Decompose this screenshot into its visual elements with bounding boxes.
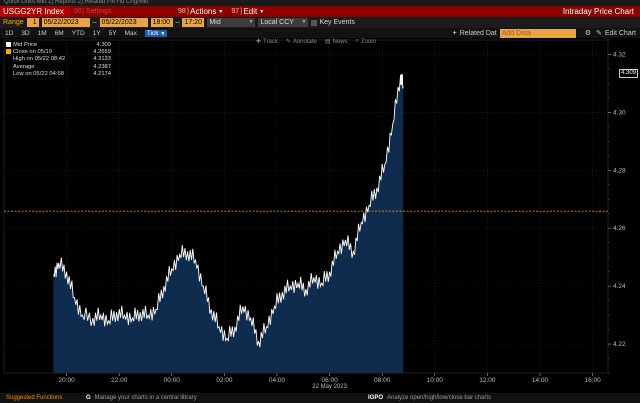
x-tick-label: 12:00 bbox=[479, 377, 496, 384]
x-tick-label: 20:00 bbox=[58, 377, 75, 384]
x-tick-label: 04:00 bbox=[269, 377, 286, 384]
market-select[interactable]: Mid ▼ bbox=[207, 18, 256, 27]
end-date-field[interactable]: 05/22/2023 bbox=[99, 18, 148, 27]
edit-chart-button[interactable]: Edit Chart bbox=[605, 30, 636, 37]
legend-row: Mid Price 4.309 bbox=[6, 42, 111, 49]
checkbox-icon bbox=[311, 19, 318, 26]
period-1y[interactable]: 1Y bbox=[93, 30, 101, 37]
actions-number: 98 bbox=[178, 8, 186, 15]
settings-gear-icon[interactable]: ⚙ bbox=[585, 29, 591, 37]
legend-row: Average 4.2387 bbox=[13, 63, 111, 70]
news-tool[interactable]: ▤ News bbox=[324, 38, 348, 46]
range-label: Range bbox=[3, 19, 24, 26]
market-value: Mid bbox=[209, 19, 221, 26]
range-bar: Range 1 05/22/2023 – 05/22/2023 18:00 – … bbox=[0, 17, 640, 28]
x-tick-label: 14:00 bbox=[532, 377, 549, 384]
period-bar: 1D 3D 1M 6M YTD 1Y 5Y Max Tick ▼ + Relat… bbox=[0, 28, 640, 38]
x-axis-date-label: 22 May 2023 bbox=[312, 384, 347, 390]
start-time-field[interactable]: 18:00 bbox=[150, 18, 173, 27]
function-g-desc: Manage your charts in a central library bbox=[94, 395, 197, 401]
period-1m[interactable]: 1M bbox=[38, 30, 47, 37]
chevron-down-icon: ▼ bbox=[259, 8, 265, 15]
actions-label: Actions bbox=[190, 7, 217, 16]
legend-row: Close on 05/19 4.2659 bbox=[6, 49, 111, 56]
chevron-down-icon: ▼ bbox=[301, 19, 307, 25]
y-tick-label: 4.28 bbox=[613, 167, 626, 174]
ticker-field[interactable]: USGG2YR Index bbox=[0, 6, 70, 17]
y-tick-label: 4.30 bbox=[613, 109, 626, 116]
chart-tools: ✚ Track ✎ Annotate ▤ News ⌕ Zoom bbox=[256, 38, 376, 45]
actions-menu[interactable]: 98) Actions ▼ bbox=[174, 7, 227, 16]
chart-area[interactable]: 4.22 4.24 4.26 4.28 4.30 4.32 20:00 22:00 00:00… bbox=[0, 38, 640, 393]
magnifier-icon: ⌕ bbox=[355, 38, 359, 44]
function-g[interactable]: G bbox=[86, 395, 91, 401]
end-time-field[interactable]: 17:20 bbox=[182, 18, 205, 27]
legend-swatch bbox=[6, 49, 11, 55]
y-tick-label: 4.32 bbox=[613, 51, 626, 58]
function-igpo[interactable]: IGPO bbox=[368, 395, 383, 401]
chevron-down-icon: ▼ bbox=[218, 8, 224, 15]
track-tool[interactable]: ✚ Track bbox=[256, 38, 278, 46]
y-tick-label: 4.26 bbox=[613, 225, 626, 232]
function-igpo-desc: Analyze open/high/low/close bar charts bbox=[387, 395, 492, 401]
y-tick-label: 4.24 bbox=[613, 283, 626, 290]
currency-select[interactable]: Local CCY ▼ bbox=[258, 18, 309, 27]
x-tick-label: 08:00 bbox=[374, 377, 391, 384]
annotate-tool[interactable]: ✎ Annotate bbox=[285, 38, 317, 46]
plus-icon[interactable]: + bbox=[453, 30, 457, 37]
tick-label: Tick bbox=[146, 29, 159, 37]
price-area-fill bbox=[53, 74, 404, 373]
pencil-icon: ✎ bbox=[285, 39, 291, 45]
suggested-functions[interactable]: Suggested Functions bbox=[0, 395, 86, 401]
period-max[interactable]: Max bbox=[125, 30, 137, 37]
legend-row: High on 05/22 08:42 4.3133 bbox=[13, 56, 111, 63]
x-tick-label: 00:00 bbox=[164, 377, 181, 384]
edit-number: 97 bbox=[231, 8, 240, 15]
legend-row: Low on 05/22 04:58 4.2174 bbox=[13, 70, 111, 77]
edit-label: Edit bbox=[243, 7, 258, 16]
chart-legend: Mid Price 4.309 Close on 05/19 4.2659 High… bbox=[6, 42, 111, 78]
chevron-down-icon: ▼ bbox=[160, 30, 166, 37]
related-data: + Related Dat Add Data ⚙ ✎ Edit Chart bbox=[453, 28, 640, 38]
y-axis: 4.22 4.24 4.26 4.28 4.30 4.32 bbox=[608, 39, 626, 374]
y-tick-label: 4.22 bbox=[613, 341, 626, 348]
last-price-label: 4.309 bbox=[619, 69, 639, 78]
footer-bar: Suggested Functions G Manage your charts… bbox=[0, 393, 640, 403]
x-tick-label: 22:00 bbox=[111, 377, 128, 384]
zoom-tool[interactable]: ⌕ Zoom bbox=[356, 38, 377, 45]
x-tick-label: 10:00 bbox=[427, 377, 444, 384]
x-axis: 20:00 22:00 00:00 02:00 04:00 06:00 08:00 10:00… bbox=[58, 373, 601, 390]
key-events-label: Key Events bbox=[319, 19, 355, 26]
price-chart: 4.22 4.24 4.26 4.28 4.30 4.32 20:00 22:00 00:00… bbox=[3, 39, 626, 390]
add-data-input[interactable]: Add Data bbox=[499, 28, 576, 38]
x-tick-label: 16:00 bbox=[584, 377, 601, 384]
period-ytd[interactable]: YTD bbox=[72, 30, 85, 37]
related-data-label: Related Dat bbox=[459, 29, 497, 37]
edit-menu[interactable]: 97) Edit ▼ bbox=[227, 7, 268, 16]
key-events-toggle[interactable]: Key Events bbox=[311, 19, 355, 26]
settings-menu[interactable]: 96) Settings bbox=[70, 8, 174, 15]
chart-area-fill bbox=[4, 74, 608, 373]
title-bar: USGG2YR Index 96) Settings 98) Actions ▼… bbox=[0, 6, 640, 17]
tick-select[interactable]: Tick ▼ bbox=[144, 29, 168, 37]
currency-value: Local CCY bbox=[260, 19, 294, 26]
period-6m[interactable]: 6M bbox=[55, 30, 64, 37]
start-date-field[interactable]: 05/22/2023 bbox=[41, 18, 90, 27]
news-icon: ▤ bbox=[324, 39, 331, 45]
period-3d[interactable]: 3D bbox=[21, 30, 29, 37]
range-number-field[interactable]: 1 bbox=[26, 18, 39, 27]
edit-icon[interactable]: ✎ bbox=[596, 29, 602, 37]
period-1d[interactable]: 1D bbox=[5, 30, 13, 37]
crosshair-icon: ✚ bbox=[256, 39, 262, 45]
x-tick-label: 06:00 bbox=[321, 377, 338, 384]
period-5y[interactable]: 5Y bbox=[109, 30, 117, 37]
x-tick-label: 02:00 bbox=[216, 377, 233, 384]
legend-swatch bbox=[6, 42, 11, 47]
window-title: Intraday Price Chart bbox=[562, 7, 634, 16]
chevron-down-icon: ▼ bbox=[248, 19, 254, 25]
